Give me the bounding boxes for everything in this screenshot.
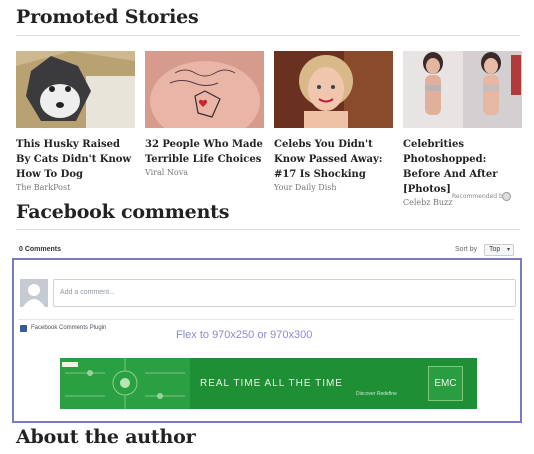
story-source: Viral Nova <box>145 168 188 177</box>
celebrity-portrait-image <box>274 51 393 128</box>
comment-count: 0 Comments <box>19 246 62 253</box>
facebook-plugin-link[interactable]: Facebook Comments Plugin <box>31 325 106 331</box>
story-thumbnail[interactable] <box>145 51 264 128</box>
story-source: The BarkPost <box>16 183 71 192</box>
ad-banner[interactable]: REAL TIME ALL THE TIME Discover Redefine… <box>60 358 477 409</box>
story-thumbnail[interactable] <box>16 51 135 128</box>
recommended-by-label[interactable]: Recommended by <box>452 193 506 200</box>
story-title[interactable]: Celebrities Photoshopped: Before And Aft… <box>403 137 522 197</box>
story-card[interactable]: Celebs You Didn't Know Passed Away: #17 … <box>274 51 393 192</box>
story-title[interactable]: 32 People Who Made Terrible Life Choices <box>145 137 264 167</box>
chevron-down-icon: ▾ <box>506 247 510 253</box>
heading-divider <box>16 229 520 230</box>
ad-tagline: REAL TIME ALL THE TIME <box>200 378 343 389</box>
story-card[interactable]: 32 People Who Made Terrible Life Choices… <box>145 51 264 177</box>
comment-input-placeholder: Add a comment... <box>60 289 115 296</box>
sort-value: Top <box>489 246 501 253</box>
story-thumbnail[interactable] <box>403 51 522 128</box>
story-thumbnail[interactable] <box>274 51 393 128</box>
avatar <box>20 279 48 307</box>
facebook-comments-heading: Facebook comments <box>16 201 230 223</box>
tattoo-image <box>145 51 264 128</box>
husky-in-box-image <box>16 51 135 128</box>
ad-brand-logo: EMC <box>428 366 463 401</box>
about-author-heading: About the author <box>16 426 196 448</box>
comment-input[interactable]: Add a comment... <box>53 279 516 307</box>
sort-by-label: Sort by <box>455 246 478 253</box>
outbrain-logo-icon[interactable] <box>502 192 511 201</box>
default-avatar-icon <box>20 279 48 307</box>
story-title[interactable]: Celebs You Didn't Know Passed Away: #17 … <box>274 137 393 182</box>
ad-subtext: Discover Redefine <box>356 391 397 397</box>
heading-divider <box>16 35 520 36</box>
story-card[interactable]: Celebrities Photoshopped: Before And Aft… <box>403 51 522 207</box>
story-title[interactable]: This Husky Raised By Cats Didn't Know Ho… <box>16 137 135 182</box>
facebook-icon[interactable] <box>20 325 27 332</box>
divider <box>18 319 514 320</box>
promoted-stories-heading: Promoted Stories <box>16 6 199 28</box>
ad-size-note: Flex to 970x250 or 970x300 <box>176 329 313 341</box>
sort-dropdown[interactable]: Top ▾ <box>484 244 514 256</box>
story-source: Your Daily Dish <box>274 183 337 192</box>
story-card[interactable]: This Husky Raised By Cats Didn't Know Ho… <box>16 51 135 192</box>
celebrity-photoshop-image <box>403 51 522 128</box>
